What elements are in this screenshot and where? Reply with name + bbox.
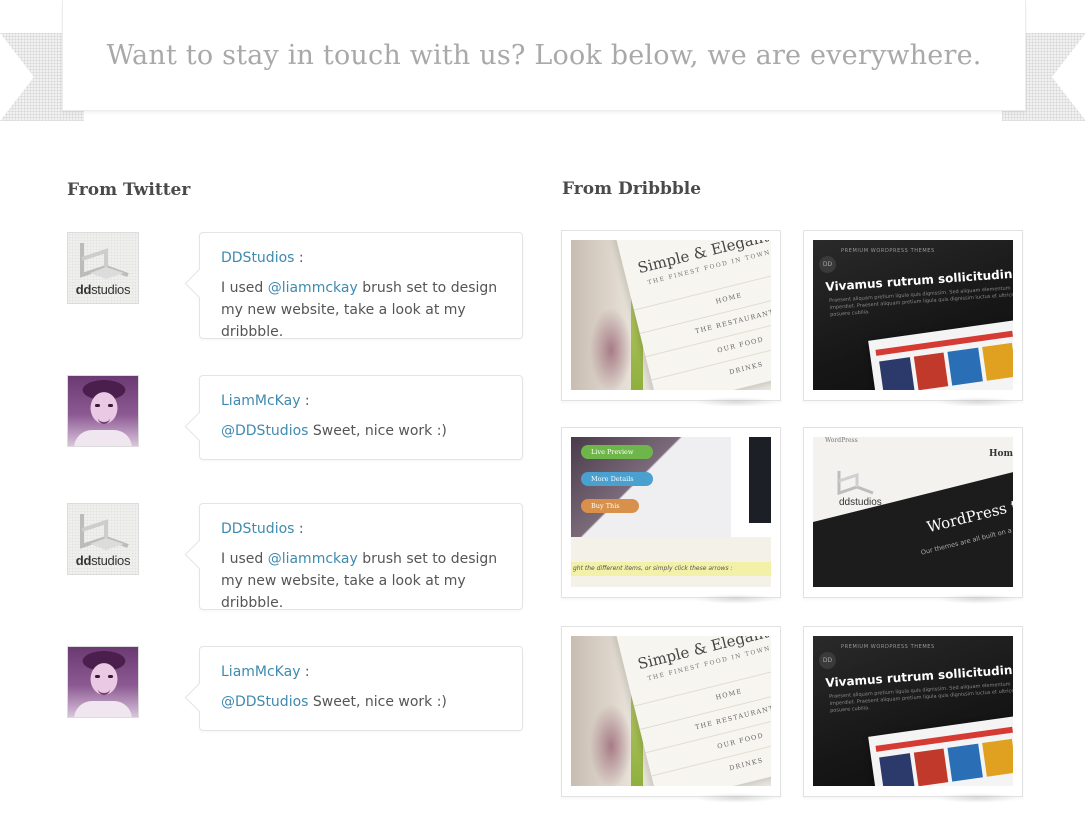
- tweet-text: @DDStudios Sweet, nice work :): [221, 691, 501, 713]
- dribbble-shot-simple-elegant[interactable]: Simple & Elegant THE FINEST FOOD IN TOWN…: [561, 230, 781, 407]
- dribbble-shot-dark-theme[interactable]: DD PREMIUM WORDPRESS THEMES Vivamus rutr…: [803, 230, 1023, 407]
- avatar-eye: [95, 675, 100, 678]
- avatar-mouth: [98, 418, 110, 424]
- avatar-eye: [95, 404, 100, 407]
- ddstudios-logo-icon: [80, 514, 129, 550]
- tweet-author-line: DDStudios :: [221, 518, 501, 540]
- tweet-author-separator: :: [294, 521, 304, 537]
- shot-kicker: PREMIUM WORDPRESS THEMES: [841, 248, 935, 254]
- shot-thumbnail: WordPress Hom ddstudios WordPress th Our…: [813, 437, 1013, 587]
- tweet-author-link[interactable]: DDStudios: [221, 521, 294, 537]
- shot-thumbnail: Simple & Elegant THE FINEST FOOD IN TOWN…: [571, 240, 771, 390]
- avatar-eye: [108, 404, 113, 407]
- twitter-section-title: From Twitter: [67, 180, 191, 200]
- tweet-text-after: Sweet, nice work :): [308, 423, 447, 439]
- avatar-eye: [108, 675, 113, 678]
- shot-thumbnail: Simple & Elegant THE FINEST FOOD IN TOWN…: [571, 636, 771, 786]
- tweet-text: @DDStudios Sweet, nice work :): [221, 420, 501, 442]
- dribbble-section-title: From Dribbble: [562, 179, 702, 199]
- tweet-author-separator: :: [300, 664, 310, 680]
- shot-label: WordPress: [825, 437, 858, 444]
- tweet-bubble: LiamMcKay : @DDStudios Sweet, nice work …: [199, 646, 523, 731]
- shot-home-link: Hom: [988, 449, 1013, 459]
- ddstudios-logo-word: ddstudios: [68, 282, 138, 297]
- shot-browser-mockup: [868, 319, 1013, 390]
- tweet-text-after: Sweet, nice work :): [308, 694, 447, 710]
- shot-more-details-pill: More Details: [581, 472, 653, 486]
- logo-word-bold: dd: [75, 553, 92, 568]
- logo-word-bold: dd: [75, 282, 92, 297]
- dribbble-shot-dark-theme-2[interactable]: DD PREMIUM WORDPRESS THEMES Vivamus rutr…: [803, 626, 1023, 803]
- tweet-text: I used @liammckay brush set to design my…: [221, 548, 501, 614]
- tweet-author-line: LiamMcKay :: [221, 661, 501, 683]
- logo-word-rest: studios: [91, 553, 131, 568]
- tweet-author-separator: :: [294, 250, 304, 266]
- dribbble-shot-simple-elegant-2[interactable]: Simple & Elegant THE FINEST FOOD IN TOWN…: [561, 626, 781, 803]
- tweet-bubble: DDStudios : I used @liammckay brush set …: [199, 503, 523, 611]
- tweet-author-separator: :: [300, 393, 310, 409]
- dribbble-shot-ddstudios-wordpress[interactable]: WordPress Hom ddstudios WordPress th Our…: [803, 427, 1023, 604]
- shot-badge: DD: [819, 256, 836, 273]
- tweet-text: I used @liammckay brush set to design my…: [221, 277, 501, 343]
- tweet-mention-link[interactable]: @liammckay: [268, 551, 358, 567]
- ddstudios-logo-icon: [837, 467, 875, 501]
- shot-thumbnail: Live Preview More Details Buy This ght t…: [571, 437, 771, 587]
- shot-live-preview-pill: Live Preview: [581, 445, 653, 459]
- tweet-mention-link[interactable]: @liammckay: [268, 280, 358, 296]
- shot-decoration: [749, 437, 771, 523]
- avatar-shirt: [74, 701, 132, 717]
- tweet-text-before: I used: [221, 551, 268, 567]
- avatar-shirt: [74, 430, 132, 446]
- logo-word-rest: studios: [91, 282, 131, 297]
- tweet-author-link[interactable]: LiamMcKay: [221, 393, 300, 409]
- shot-hint: ght the different items, or simply click…: [571, 562, 771, 576]
- tweet-bubble: DDStudios : I used @liammckay brush set …: [199, 232, 523, 340]
- liammckay-avatar[interactable]: [67, 375, 139, 447]
- banner-text: Want to stay in touch with us? Look belo…: [106, 39, 982, 71]
- shot-browser-mockup: [868, 715, 1013, 786]
- ddstudios-logo-word: ddstudios: [68, 553, 138, 568]
- tweet-author-line: LiamMcKay :: [221, 390, 501, 412]
- tweet-mention-link[interactable]: @DDStudios: [221, 423, 308, 439]
- shot-thumbnail: DD PREMIUM WORDPRESS THEMES Vivamus rutr…: [813, 240, 1013, 390]
- dribbble-shot-buttons[interactable]: Live Preview More Details Buy This ght t…: [561, 427, 781, 604]
- tweet-text-before: I used: [221, 280, 268, 296]
- contact-banner: Want to stay in touch with us? Look belo…: [62, 0, 1026, 111]
- shot-badge: DD: [819, 652, 836, 669]
- ddstudios-avatar[interactable]: ddstudios: [67, 503, 139, 575]
- shot-buy-this-pill: Buy This: [581, 499, 639, 513]
- tweet-author-link[interactable]: DDStudios: [221, 250, 294, 266]
- shot-thumbnail: DD PREMIUM WORDPRESS THEMES Vivamus rutr…: [813, 636, 1013, 786]
- shot-kicker: PREMIUM WORDPRESS THEMES: [841, 644, 935, 650]
- ddstudios-avatar[interactable]: ddstudios: [67, 232, 139, 304]
- tweet-bubble: LiamMcKay : @DDStudios Sweet, nice work …: [199, 375, 523, 460]
- ddstudios-logo-icon: [80, 243, 129, 279]
- tweet-mention-link[interactable]: @DDStudios: [221, 694, 308, 710]
- tweet-author-line: DDStudios :: [221, 247, 501, 269]
- avatar-mouth: [98, 689, 110, 695]
- liammckay-avatar[interactable]: [67, 646, 139, 718]
- tweet-author-link[interactable]: LiamMcKay: [221, 664, 300, 680]
